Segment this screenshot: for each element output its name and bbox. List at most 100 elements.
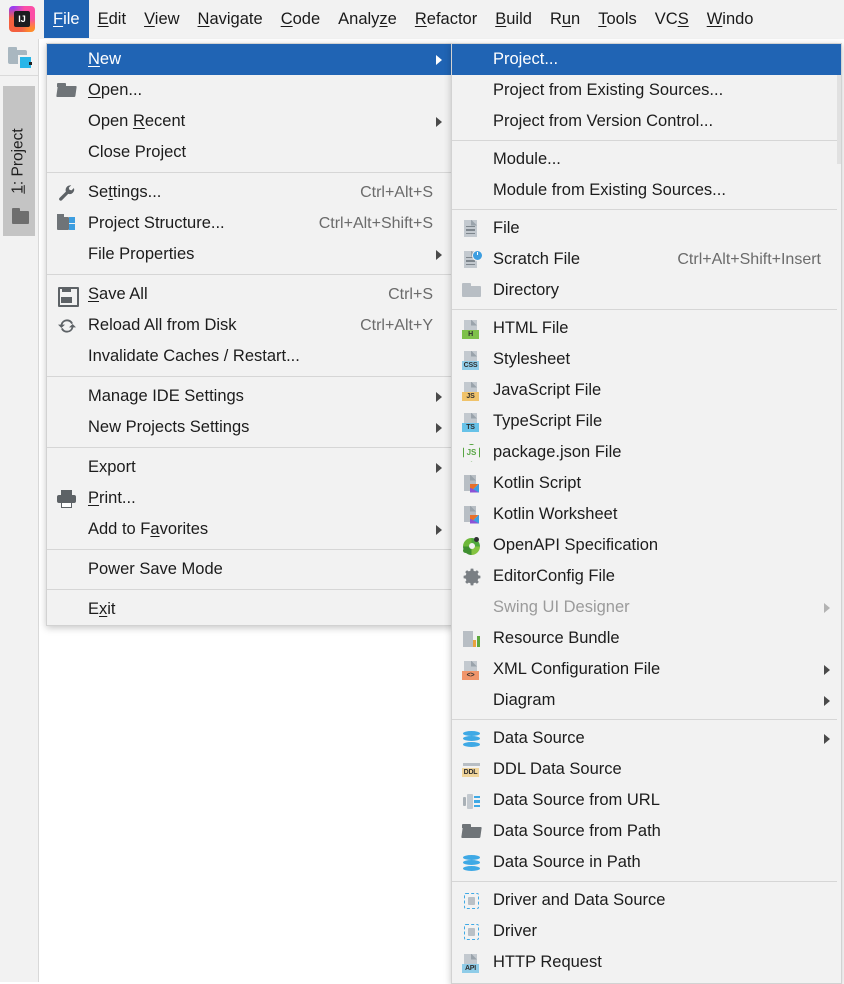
menubar-item-navigate[interactable]: Navigate: [189, 0, 272, 38]
new-submenu-item-file[interactable]: File: [452, 213, 841, 244]
menu-item-label: EditorConfig File: [493, 567, 615, 585]
new-submenu-item-kotlin-script[interactable]: Kotlin Script: [452, 468, 841, 499]
file-menu-item-project-structure[interactable]: Project Structure... Ctrl+Alt+Shift+S: [47, 208, 453, 239]
new-submenu-item-package-json-file[interactable]: JS package.json File: [452, 437, 841, 468]
file-menu-item-exit[interactable]: Exit: [47, 594, 453, 625]
menubar-item-edit[interactable]: Edit: [89, 0, 135, 38]
new-submenu-item-html-file[interactable]: H HTML File: [452, 313, 841, 344]
new-submenu-item-javascript-file[interactable]: JS JavaScript File: [452, 375, 841, 406]
new-submenu-popup: Project... Project from Existing Sources.…: [451, 43, 842, 984]
new-submenu-item-driver-and-data-source[interactable]: Driver and Data Source: [452, 885, 841, 916]
chevron-right-icon: [436, 54, 442, 65]
new-submenu-item-typescript-file[interactable]: TS TypeScript File: [452, 406, 841, 437]
new-submenu-item-openapi-specification[interactable]: OpenAPI Specification: [452, 530, 841, 561]
new-submenu-item-module-from-existing-sources[interactable]: Module from Existing Sources...: [452, 175, 841, 206]
menubar-item-label: Analyze: [338, 9, 397, 28]
new-submenu-item-xml-configuration-file[interactable]: <> XML Configuration File: [452, 654, 841, 685]
menu-item-label: Print...: [88, 489, 136, 507]
menu-item-label: Resource Bundle: [493, 629, 620, 647]
intellij-idea-window: 1: Project IJ File Edit View Navigate Code An…: [0, 0, 844, 984]
new-submenu-item-diagram[interactable]: Diagram: [452, 685, 841, 716]
new-submenu-item-module[interactable]: Module...: [452, 144, 841, 175]
menu-separator: [47, 274, 453, 275]
folder-open-icon: [56, 81, 77, 101]
menubar-item-refactor[interactable]: Refactor: [406, 0, 486, 38]
file-menu-item-open-recent[interactable]: Open Recent: [47, 106, 453, 137]
file-menu-item-add-to-favorites[interactable]: Add to Favorites: [47, 514, 453, 545]
new-submenu-item-data-source-from-path[interactable]: Data Source from Path: [452, 816, 841, 847]
menu-item-label: Driver and Data Source: [493, 891, 666, 909]
menu-item-label: Power Save Mode: [88, 560, 223, 578]
menubar-item-label: Tools: [598, 9, 637, 28]
menu-separator: [47, 549, 453, 550]
file-menu-item-file-properties[interactable]: File Properties: [47, 239, 453, 270]
kotlin-icon: [462, 474, 482, 494]
file-menu-item-print[interactable]: Print...: [47, 483, 453, 514]
menu-item-label: Directory: [493, 281, 560, 299]
file-menu-item-close-project[interactable]: Close Project: [47, 137, 453, 168]
file-menu-item-reload-all-from-disk[interactable]: Reload All from Disk Ctrl+Alt+Y: [47, 310, 453, 341]
menubar-item-view[interactable]: View: [135, 0, 188, 38]
new-submenu-item-directory[interactable]: Directory: [452, 275, 841, 306]
file-menu-item-new[interactable]: New: [47, 44, 453, 75]
menu-separator: [452, 140, 841, 141]
project-view-icon-slot[interactable]: [0, 38, 38, 76]
menubar-item-label: Navigate: [197, 9, 263, 28]
menubar-item-vcs[interactable]: VCS: [646, 0, 698, 38]
new-submenu-item-kotlin-worksheet[interactable]: Kotlin Worksheet: [452, 499, 841, 530]
menu-item-label: New Projects Settings: [88, 418, 250, 436]
chevron-right-icon: [824, 602, 830, 613]
driver-icon: [462, 922, 482, 942]
menu-item-label: Settings...: [88, 183, 162, 201]
menu-item-label: Driver: [493, 922, 537, 940]
new-submenu-item-ddl-data-source[interactable]: DDL DDL Data Source: [452, 754, 841, 785]
file-menu-item-invalidate-caches-restart[interactable]: Invalidate Caches / Restart...: [47, 341, 453, 372]
menu-item-label: Export: [88, 458, 136, 476]
file-menu-item-power-save-mode[interactable]: Power Save Mode: [47, 554, 453, 585]
menubar-item-analyze[interactable]: Analyze: [329, 0, 406, 38]
new-submenu-item-http-request[interactable]: API HTTP Request: [452, 947, 841, 978]
menubar-item-file[interactable]: File: [44, 0, 89, 38]
new-submenu-item-data-source-from-url[interactable]: Data Source from URL: [452, 785, 841, 816]
new-submenu-item-scratch-file[interactable]: Scratch File Ctrl+Alt+Shift+Insert: [452, 244, 841, 275]
new-submenu-item-data-source-in-path[interactable]: Data Source in Path: [452, 847, 841, 878]
new-submenu-item-project-from-existing-sources[interactable]: Project from Existing Sources...: [452, 75, 841, 106]
menu-separator: [452, 881, 841, 882]
menu-item-label: XML Configuration File: [493, 660, 661, 678]
menubar-item-build[interactable]: Build: [486, 0, 541, 38]
new-submenu-item-editorconfig-file[interactable]: EditorConfig File: [452, 561, 841, 592]
new-submenu-item-driver[interactable]: Driver: [452, 916, 841, 947]
menu-item-label: Open Recent: [88, 112, 186, 130]
chevron-right-icon: [824, 695, 830, 706]
menu-item-label: Kotlin Worksheet: [493, 505, 618, 523]
file-menu-item-new-projects-settings[interactable]: New Projects Settings: [47, 412, 453, 443]
menu-item-label: TypeScript File: [493, 412, 603, 430]
menu-item-label: Data Source: [493, 729, 585, 747]
new-submenu-item-project[interactable]: Project...: [452, 44, 841, 75]
driver-icon: [462, 891, 482, 911]
file-menu-popup: New Open... Open Recent Close Project Settin…: [46, 43, 454, 626]
css-file-icon: CSS: [462, 350, 482, 370]
menu-item-label: Invalidate Caches / Restart...: [88, 347, 300, 365]
menubar-item-tools[interactable]: Tools: [589, 0, 646, 38]
file-menu-item-save-all[interactable]: Save All Ctrl+S: [47, 279, 453, 310]
menu-item-label: Data Source from URL: [493, 791, 660, 809]
menubar-item-label: Build: [495, 9, 532, 28]
menubar-item-code[interactable]: Code: [272, 0, 329, 38]
menu-item-label: Data Source from Path: [493, 822, 661, 840]
sidebar-item-project[interactable]: 1: Project: [3, 86, 35, 236]
menubar-item-label: Windo: [706, 9, 754, 28]
file-menu-item-export[interactable]: Export: [47, 452, 453, 483]
file-menu-item-manage-ide-settings[interactable]: Manage IDE Settings: [47, 381, 453, 412]
new-submenu-item-stylesheet[interactable]: CSS Stylesheet: [452, 344, 841, 375]
new-submenu-item-data-source[interactable]: Data Source: [452, 723, 841, 754]
resource-bundle-icon: [462, 629, 482, 649]
new-submenu-item-project-from-version-control[interactable]: Project from Version Control...: [452, 106, 841, 137]
file-menu-item-settings[interactable]: Settings... Ctrl+Alt+S: [47, 177, 453, 208]
menubar-item-windo[interactable]: Windo: [698, 0, 763, 38]
new-submenu-item-resource-bundle[interactable]: Resource Bundle: [452, 623, 841, 654]
wrench-icon: [57, 183, 77, 203]
save-icon: [57, 285, 79, 307]
file-menu-item-open[interactable]: Open...: [47, 75, 453, 106]
menubar-item-run[interactable]: Run: [541, 0, 589, 38]
